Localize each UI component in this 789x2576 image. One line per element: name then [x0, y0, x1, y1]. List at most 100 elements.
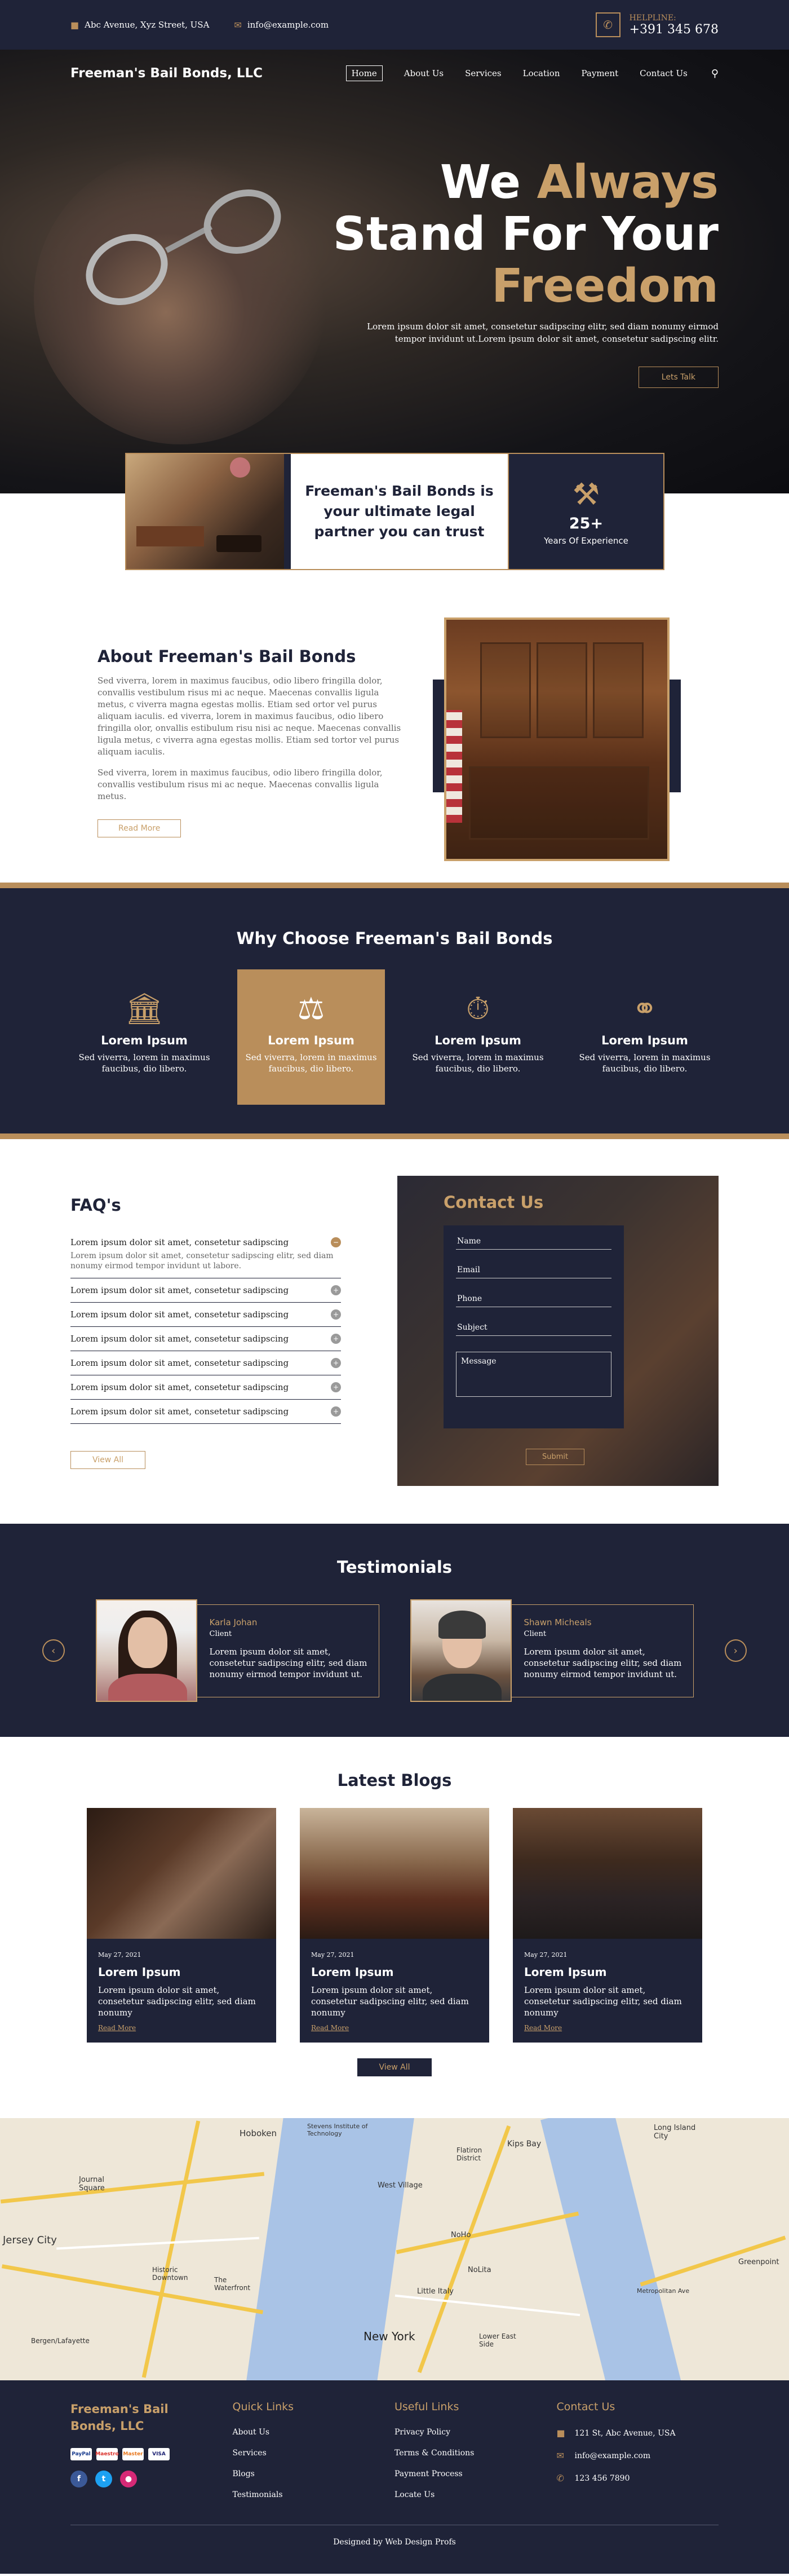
email-text[interactable]: info@example.com: [247, 20, 329, 30]
footer-link[interactable]: Terms & Conditions: [394, 2449, 557, 2458]
plus-icon[interactable]: +: [331, 1406, 341, 1417]
faq-question[interactable]: Lorem ipsum dolor sit amet, consetetur s…: [70, 1237, 289, 1247]
map-label: West Village: [378, 2181, 423, 2190]
why-card[interactable]: 🏛 Lorem Ipsum Sed viverra, lorem in maxi…: [70, 969, 218, 1105]
blog-card[interactable]: May 27, 2021 Lorem Ipsum Lorem ipsum dol…: [300, 1808, 489, 2043]
blog-grid: May 27, 2021 Lorem Ipsum Lorem ipsum dol…: [87, 1808, 702, 2043]
faq-item[interactable]: Lorem ipsum dolor sit amet, consetetur s…: [70, 1278, 341, 1303]
footer-link[interactable]: Blogs: [233, 2469, 395, 2478]
plus-icon[interactable]: +: [331, 1334, 341, 1344]
chevron-left-icon[interactable]: ‹: [42, 1639, 65, 1662]
chevron-right-icon[interactable]: ›: [724, 1639, 747, 1662]
subject-field[interactable]: Subject: [456, 1323, 611, 1336]
footer-link[interactable]: Testimonials: [233, 2490, 395, 2499]
name-field[interactable]: Name: [456, 1237, 611, 1250]
blog-card[interactable]: May 27, 2021 Lorem Ipsum Lorem ipsum dol…: [87, 1808, 276, 2043]
footer-link[interactable]: Services: [233, 2449, 395, 2458]
footer-phone-text[interactable]: 123 456 7890: [575, 2474, 630, 2483]
footer-email[interactable]: ✉ info@example.com: [557, 2450, 719, 2461]
email-info[interactable]: ✉ info@example.com: [234, 20, 329, 30]
footer-link[interactable]: About Us: [233, 2428, 395, 2437]
why-cards: 🏛 Lorem Ipsum Sed viverra, lorem in maxi…: [70, 969, 719, 1105]
faq-question[interactable]: Lorem ipsum dolor sit amet, consetetur s…: [70, 1334, 289, 1344]
faq-item[interactable]: Lorem ipsum dolor sit amet, consetetur s…: [70, 1230, 341, 1278]
why-card[interactable]: ⚭ Lorem Ipsum Sed viverra, lorem in maxi…: [571, 969, 719, 1105]
plus-icon[interactable]: +: [331, 1358, 341, 1368]
testimonial-text: Lorem ipsum dolor sit amet, consetetur s…: [524, 1646, 682, 1679]
faq-question[interactable]: Lorem ipsum dolor sit amet, consetetur s…: [70, 1285, 289, 1295]
blog-image[interactable]: [300, 1808, 489, 1939]
faq-item[interactable]: Lorem ipsum dolor sit amet, consetetur s…: [70, 1327, 341, 1351]
blog-body: May 27, 2021 Lorem Ipsum Lorem ipsum dol…: [87, 1939, 276, 2043]
read-more-button[interactable]: Read More: [97, 819, 181, 837]
faq-question[interactable]: Lorem ipsum dolor sit amet, consetetur s…: [70, 1358, 289, 1368]
footer-link[interactable]: Payment Process: [394, 2469, 557, 2478]
email-field[interactable]: Email: [456, 1265, 611, 1278]
footer-contact-col: Contact Us ■ 121 St, Abc Avenue, USA ✉ inf…: [557, 2401, 719, 2511]
intro-tagline: Freeman's Bail Bonds is your ultimate le…: [305, 483, 494, 540]
blog-title[interactable]: Lorem Ipsum: [311, 1965, 478, 1979]
payment-cards: PayPal Maestro Master VISA: [70, 2448, 233, 2460]
nav-home[interactable]: Home: [345, 65, 383, 81]
decor: [469, 766, 649, 840]
blog-date: May 27, 2021: [311, 1951, 354, 1959]
blog-card[interactable]: May 27, 2021 Lorem Ipsum Lorem ipsum dol…: [513, 1808, 702, 2043]
blog-image[interactable]: [87, 1808, 276, 1939]
footer-columns: Freeman's Bail Bonds, LLC PayPal Maestro…: [70, 2380, 719, 2511]
nav-payment[interactable]: Payment: [582, 68, 619, 78]
message-field[interactable]: Message: [456, 1352, 611, 1397]
footer-link[interactable]: Privacy Policy: [394, 2428, 557, 2437]
plus-icon[interactable]: +: [331, 1382, 341, 1392]
intro-card: Freeman's Bail Bonds is your ultimate le…: [125, 453, 664, 570]
footer-phone[interactable]: ✆ 123 456 7890: [557, 2473, 719, 2484]
nav-location[interactable]: Location: [523, 68, 560, 78]
helpline-number[interactable]: +391 345 678: [630, 23, 719, 37]
location-map[interactable]: Hoboken Stevens Institute of Technology …: [0, 2118, 789, 2380]
plus-icon[interactable]: +: [331, 1285, 341, 1295]
search-icon[interactable]: ⚲: [711, 68, 719, 80]
helpline[interactable]: ✆ HELPLINE: +391 345 678: [595, 12, 719, 37]
blog-read-more[interactable]: Read More: [311, 2024, 349, 2032]
blog-title[interactable]: Lorem Ipsum: [98, 1965, 265, 1979]
lets-talk-button[interactable]: Lets Talk: [638, 367, 719, 388]
phone-icon: ✆: [556, 2473, 564, 2484]
why-card[interactable]: ⚖ Lorem Ipsum Sed viverra, lorem in maxi…: [237, 969, 385, 1105]
nav-services[interactable]: Services: [465, 68, 502, 78]
footer-address: ■ 121 St, Abc Avenue, USA: [557, 2428, 719, 2438]
plus-icon[interactable]: +: [331, 1309, 341, 1320]
faq-question[interactable]: Lorem ipsum dolor sit amet, consetetur s…: [70, 1309, 289, 1320]
hero-line1b: Always: [537, 156, 719, 209]
map-label: Stevens Institute of Technology: [307, 2123, 368, 2137]
map-label: Little Italy: [417, 2287, 454, 2296]
faq-item[interactable]: Lorem ipsum dolor sit amet, consetetur s…: [70, 1400, 341, 1424]
footer-credit: Designed by Web Design Profs: [70, 2525, 719, 2547]
quick-links-title: Quick Links: [232, 2401, 294, 2413]
nav-about[interactable]: About Us: [404, 68, 444, 78]
blog-read-more[interactable]: Read More: [98, 2024, 136, 2032]
faq-item[interactable]: Lorem ipsum dolor sit amet, consetetur s…: [70, 1351, 341, 1375]
faq-item[interactable]: Lorem ipsum dolor sit amet, consetetur s…: [70, 1375, 341, 1400]
submit-button[interactable]: Submit: [526, 1449, 585, 1465]
mastercard-icon: Master: [122, 2448, 144, 2460]
minus-icon[interactable]: −: [331, 1237, 341, 1247]
faq-item[interactable]: Lorem ipsum dolor sit amet, consetetur s…: [70, 1303, 341, 1327]
phone-field[interactable]: Phone: [456, 1294, 611, 1307]
nav-contact[interactable]: Contact Us: [640, 68, 688, 78]
footer-link[interactable]: Locate Us: [394, 2490, 557, 2499]
footer-brand-col: Freeman's Bail Bonds, LLC PayPal Maestro…: [70, 2401, 233, 2511]
blog-read-more[interactable]: Read More: [524, 2024, 562, 2032]
faq-question[interactable]: Lorem ipsum dolor sit amet, consetetur s…: [70, 1382, 289, 1392]
blogs-view-all-button[interactable]: View All: [357, 2058, 432, 2076]
road: [394, 2294, 580, 2317]
blog-image[interactable]: [513, 1808, 702, 1939]
facebook-icon[interactable]: f: [70, 2471, 87, 2487]
accent-bar: [670, 680, 681, 792]
why-card[interactable]: ⏱ Lorem Ipsum Sed viverra, lorem in maxi…: [404, 969, 552, 1105]
faq-view-all-button[interactable]: View All: [70, 1451, 146, 1469]
faq-question[interactable]: Lorem ipsum dolor sit amet, consetetur s…: [70, 1406, 289, 1417]
instagram-icon[interactable]: ●: [120, 2471, 137, 2487]
footer-email-text[interactable]: info@example.com: [575, 2451, 651, 2460]
site-logo[interactable]: Freeman's Bail Bonds, LLC: [70, 66, 263, 81]
twitter-icon[interactable]: t: [95, 2471, 112, 2487]
blog-title[interactable]: Lorem Ipsum: [524, 1965, 691, 1979]
